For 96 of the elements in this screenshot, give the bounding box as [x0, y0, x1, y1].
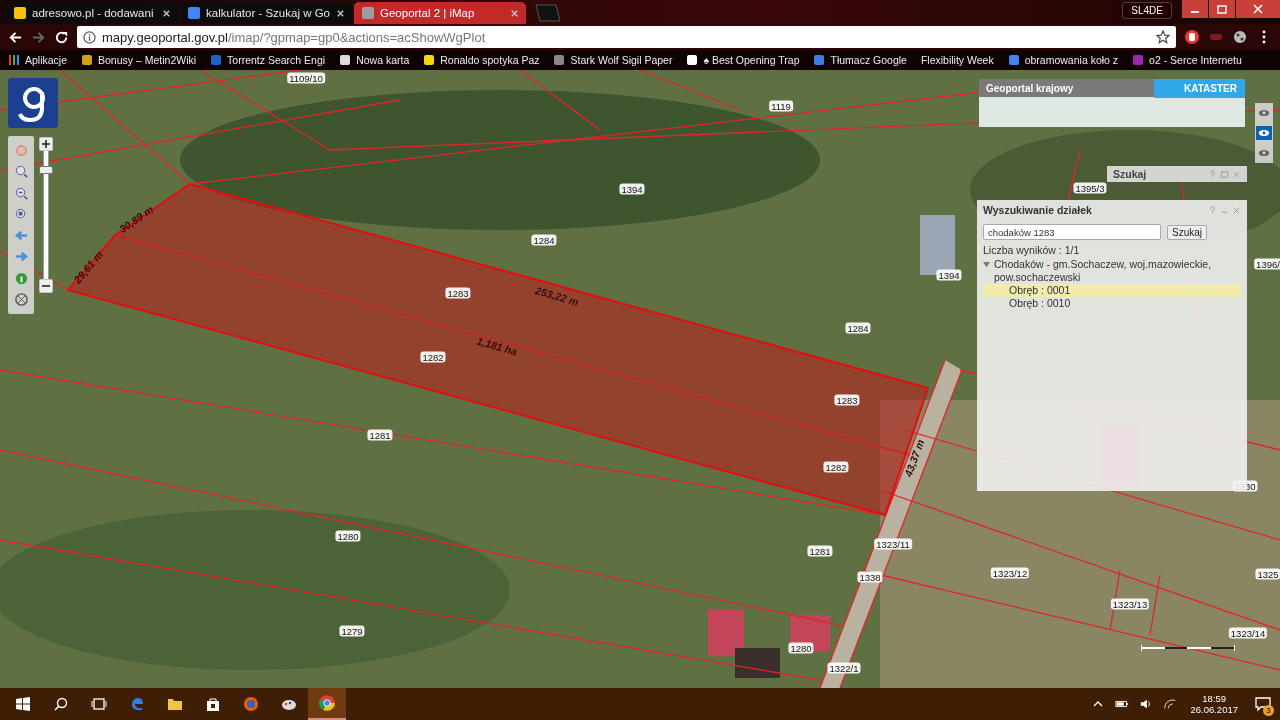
favicon-icon: [1132, 54, 1145, 66]
favicon-icon: [13, 6, 27, 20]
reload-icon[interactable]: [54, 29, 69, 45]
favicon-icon: [339, 54, 352, 66]
parcel-number: 1394: [936, 269, 962, 281]
parcel-number: 1109/10: [287, 72, 325, 84]
bookmark-link[interactable]: ♠ Best Opening Trap: [686, 54, 800, 66]
address-field[interactable]: mapy.geoportal.gov.pl/imap/?gpmap=gp0&actions=acShowWgPlot: [77, 26, 1176, 48]
parcel-number: 1323/11: [874, 538, 912, 550]
parcel-number: 1323/13: [1110, 598, 1150, 610]
result-count: Liczba wyników : 1/1: [983, 244, 1081, 256]
bookmark-link[interactable]: Aplikacje: [8, 54, 68, 66]
search-field[interactable]: chodaków 1283: [983, 224, 1161, 240]
chrome-icon: [318, 694, 336, 712]
forward-icon[interactable]: [31, 29, 46, 45]
close-icon[interactable]: [162, 8, 171, 18]
parcel-number: 1338: [857, 571, 883, 583]
notification-count-badge: 3: [1263, 705, 1274, 716]
window-title: Wyszukiwanie działek: [983, 204, 1092, 216]
notification-icon[interactable]: [1255, 696, 1271, 712]
zoom-in-button[interactable]: [39, 137, 53, 151]
parcel-number: 1284: [845, 322, 871, 334]
favicon-icon: [813, 54, 826, 66]
parcel-number: 1283: [445, 287, 471, 299]
banner-badge: KATASTER: [1154, 79, 1245, 98]
measurement-label: 253,22 m: [534, 284, 580, 308]
apps-grid-icon: [8, 54, 20, 66]
window-title: Szukaj: [1113, 168, 1147, 180]
parcel-number: 1119: [769, 100, 793, 112]
favicon-icon: [1007, 54, 1020, 66]
crosshair-icon[interactable]: [13, 291, 29, 307]
parcel-number: 1396/: [1254, 258, 1280, 270]
bookmark-link[interactable]: Ronaldo spotyka Paz: [423, 54, 540, 66]
bookmark-link[interactable]: Bonusy – Metin2Wiki: [81, 54, 197, 66]
parcel-number: 1394: [619, 183, 645, 195]
zoom-out-icon[interactable]: [13, 185, 29, 201]
browser-tab[interactable]: Geoportal 2 | iMap: [354, 2, 526, 24]
favicon-icon: [361, 6, 375, 20]
parcel-number: 1280: [788, 642, 814, 654]
parcel-number: 1395/3: [1073, 182, 1107, 194]
bookmark-link[interactable]: Torrentz Search Engi: [210, 54, 326, 66]
star-icon[interactable]: [1156, 30, 1170, 44]
result-item[interactable]: Chodaków - gm.Sochaczew, woj.mazowieckie, pow.sochaczewski: [994, 258, 1241, 284]
measurement-label: 43,37 m: [901, 437, 927, 479]
restore-icon[interactable]: [1209, 0, 1235, 18]
minimize-icon[interactable]: [1182, 0, 1208, 18]
film-reel-icon[interactable]: [1232, 29, 1248, 45]
battery-icon[interactable]: [1115, 698, 1130, 710]
geoportal-banner[interactable]: Geoportal krajowy KATASTER: [979, 79, 1245, 127]
bookmark-link[interactable]: obramowania koło z: [1007, 54, 1119, 66]
wifi-icon[interactable]: [1163, 698, 1178, 710]
browser-tab[interactable]: adresowo.pl - dodawani: [6, 2, 178, 24]
favicon-icon: [81, 54, 94, 66]
geoportal-logo[interactable]: [8, 78, 58, 128]
bookmark-link[interactable]: Tłumacz Google: [813, 54, 907, 66]
eye-icon[interactable]: [1256, 126, 1272, 140]
chrome-taskbar-button[interactable]: [308, 688, 346, 720]
search-button[interactable]: Szukaj: [1167, 224, 1207, 240]
parcel-number: 1280: [335, 530, 361, 542]
bookmark-link[interactable]: Nowa karta: [339, 54, 410, 66]
parcel-number: 1283: [834, 394, 860, 406]
info-icon[interactable]: [83, 30, 96, 44]
banner-title: Geoportal krajowy: [985, 82, 1075, 96]
close-icon[interactable]: [336, 8, 345, 18]
parcel-number: 1323/12: [990, 567, 1030, 579]
zoom-out-button[interactable]: [39, 279, 53, 293]
bookmark-link[interactable]: Stark Wolf Sigil Paper: [553, 54, 673, 66]
favicon-icon: [686, 54, 699, 66]
parcel-number: 1284: [531, 234, 557, 246]
parcel-number: 1323/14: [1228, 627, 1268, 639]
profile-button[interactable]: SL4DE: [1122, 2, 1172, 19]
measurement-label: 1,181 ha: [475, 334, 519, 358]
parcel-number: 1281: [367, 429, 393, 441]
back-icon[interactable]: [8, 29, 23, 45]
parcel-number: 1322/1: [827, 662, 861, 674]
taskbar-clock[interactable]: 18:59 26.06.2017: [1190, 693, 1238, 715]
favicon-icon: [187, 6, 201, 20]
parcel-number: 1279: [339, 625, 365, 637]
bookmark-link[interactable]: o2 - Serce Internetu: [1132, 54, 1242, 66]
zoom-slider-thumb[interactable]: [39, 166, 53, 175]
parcel-number: 1282: [823, 461, 849, 473]
favicon-icon: [423, 54, 436, 66]
result-subitem[interactable]: Obręb : 0001: [983, 284, 1241, 297]
favicon-icon: [553, 54, 566, 66]
parcel-number: 1282: [420, 351, 446, 363]
browser-tab[interactable]: kalkulator - Szukaj w Go: [180, 2, 352, 24]
parcel-number: 1281: [807, 545, 833, 557]
result-subitem[interactable]: Obręb : 0010: [983, 297, 1241, 310]
clock-date: 26.06.2017: [1190, 704, 1238, 715]
expanded-triangle-icon[interactable]: [983, 261, 990, 268]
parcel-number: 1325: [1255, 568, 1280, 580]
stop-sign-icon[interactable]: [1184, 29, 1200, 45]
bookmark-link[interactable]: Flexibility Week: [920, 54, 994, 66]
favicon-icon: [210, 54, 223, 66]
clock-time: 18:59: [1202, 693, 1227, 704]
zoom-in-icon[interactable]: [13, 164, 29, 180]
